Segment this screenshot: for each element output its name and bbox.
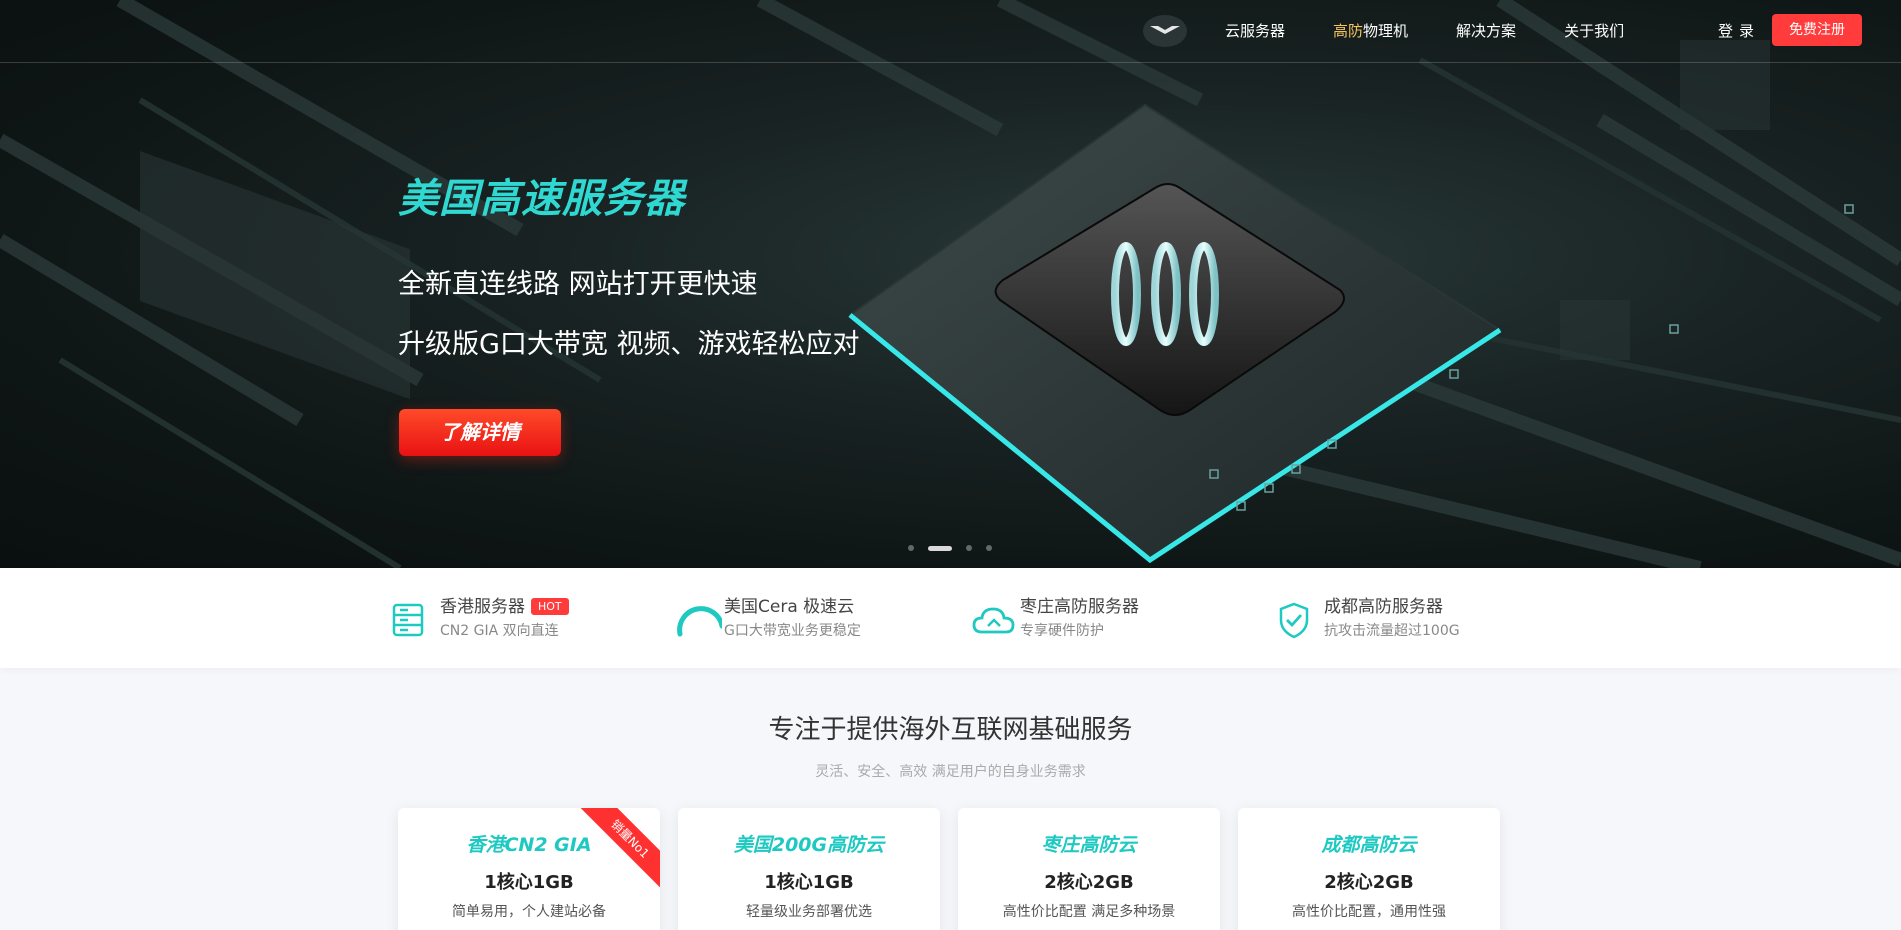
card-desc: 高性价比配置，通用性强: [1292, 904, 1446, 920]
card-spec: 2核心2GB: [1324, 872, 1414, 893]
section-title: 专注于提供海外互联网基础服务: [768, 715, 1133, 745]
learn-more-button[interactable]: 了解详情: [399, 409, 561, 456]
feature-name: 成都高防服务器: [1324, 597, 1443, 617]
nav-ddos-highlight: 高防: [1333, 22, 1364, 40]
feature-desc: 抗攻击流量超过100G: [1324, 623, 1460, 639]
product-card-chengdu[interactable]: 成都高防云 2核心2GB 高性价比配置，通用性强: [1238, 808, 1500, 930]
login-link[interactable]: 登录: [1718, 20, 1760, 41]
card-spec: 1核心1GB: [764, 872, 854, 893]
feature-name: 枣庄高防服务器: [1020, 597, 1139, 617]
nav-cloud-server[interactable]: 云服务器: [1225, 20, 1285, 41]
card-spec: 2核心2GB: [1044, 872, 1134, 893]
section-subtitle: 灵活、安全、高效 满足用户的自身业务需求: [815, 764, 1086, 780]
nav-solutions[interactable]: 解决方案: [1456, 20, 1516, 41]
main-nav: 云服务器 高防物理机 解决方案 关于我们: [1225, 20, 1672, 41]
product-card-hk[interactable]: 销量No1 香港CN2 GIA 1核心1GB 简单易用，个人建站必备: [398, 808, 660, 930]
card-desc: 轻量级业务部署优选: [746, 904, 872, 920]
card-title: 香港CN2 GIA: [466, 834, 592, 856]
cloud-icon: [972, 607, 1015, 634]
carousel-dots: [908, 545, 1006, 551]
feature-desc: CN2 GIA 双向直连: [440, 623, 559, 639]
feature-name: 香港服务器 HOT: [440, 592, 569, 617]
hero-title: 美国高速服务器: [398, 176, 685, 222]
card-spec: 1核心1GB: [484, 872, 574, 893]
speed-gauge-icon: [677, 606, 722, 637]
hot-badge: HOT: [531, 598, 569, 615]
carousel-dot[interactable]: [908, 545, 914, 551]
nav-ddos-physical[interactable]: 高防物理机: [1333, 20, 1408, 41]
feature-desc: G口大带宽业务更稳定: [724, 623, 861, 639]
top-navigation: 云服务器 高防物理机 解决方案 关于我们 登录 免费注册: [0, 0, 1901, 63]
card-title: 成都高防云: [1321, 834, 1417, 856]
card-title: 枣庄高防云: [1041, 834, 1137, 856]
feature-desc: 专享硬件防护: [1020, 623, 1104, 639]
carousel-dot[interactable]: [986, 545, 992, 551]
nav-ddos-rest: 物理机: [1363, 22, 1409, 40]
card-desc: 高性价比配置 满足多种场景: [1002, 904, 1176, 920]
card-desc: 简单易用，个人建站必备: [452, 904, 606, 920]
feature-name-text: 香港服务器: [440, 597, 525, 617]
hero-tagline-1: 全新直连线路 网站打开更快速: [398, 269, 758, 300]
product-card-zaozhuang[interactable]: 枣庄高防云 2核心2GB 高性价比配置 满足多种场景: [958, 808, 1220, 930]
server-icon: [392, 603, 424, 637]
hero-banner: 云服务器 高防物理机 解决方案 关于我们 登录 免费注册 美国高速服务器 全新直…: [0, 0, 1901, 568]
shield-check-icon: [1279, 602, 1309, 639]
carousel-dot[interactable]: [966, 545, 972, 551]
carousel-dot-active[interactable]: [928, 545, 952, 551]
nav-about[interactable]: 关于我们: [1564, 20, 1624, 41]
register-button[interactable]: 免费注册: [1772, 14, 1862, 46]
hero-tagline-2: 升级版G口大带宽 视频、游戏轻松应对: [398, 329, 860, 360]
product-card-us[interactable]: 美国200G高防云 1核心1GB 轻量级业务部署优选: [678, 808, 940, 930]
chip-illustration: [0, 0, 1901, 568]
brand-logo-icon[interactable]: [1142, 14, 1188, 48]
card-title: 美国200G高防云: [733, 834, 885, 856]
feature-name: 美国Cera 极速云: [724, 597, 855, 617]
feature-strip: 香港服务器 HOT CN2 GIA 双向直连 美国Cera 极速云 G口大带宽业务…: [0, 568, 1901, 668]
